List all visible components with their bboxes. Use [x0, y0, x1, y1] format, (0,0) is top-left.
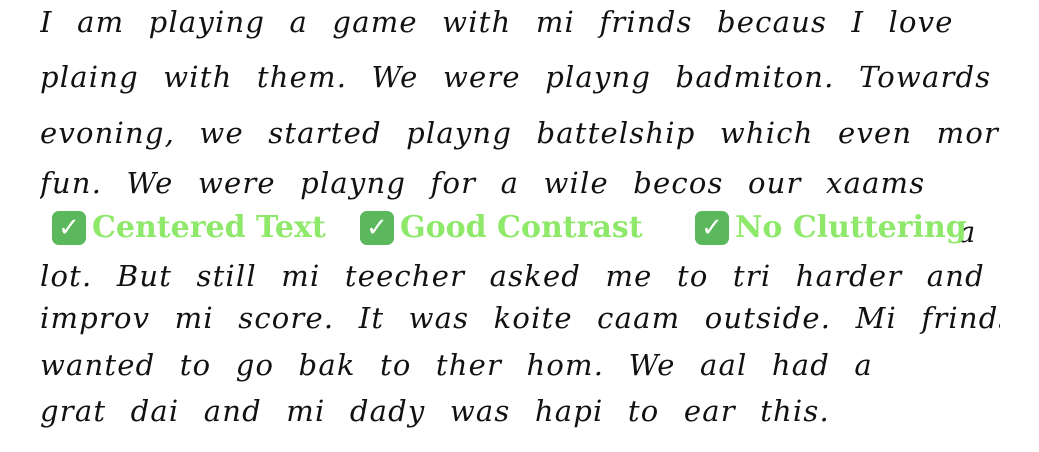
badge-label: Centered Text — [92, 210, 326, 245]
handwritten-line: lot. But still mi teecher asked me to tr… — [40, 259, 985, 293]
badge-centered-text: ✓ Centered Text — [52, 210, 326, 245]
handwritten-line: improv mi score. It was koite caam outsi… — [40, 301, 1000, 335]
badge-label: No Cluttering — [735, 210, 967, 245]
handwritten-page: I am playing a game with mi frinds becau… — [0, 0, 1039, 452]
checkmark-icon: ✓ — [52, 210, 86, 245]
handwritten-line: evoning, we started playng battelship wh… — [40, 116, 1000, 150]
checkmark-icon: ✓ — [695, 210, 729, 245]
handwritten-line: fun. We were playng for a wile becos our… — [40, 166, 926, 200]
handwritten-line: grat dai and mi dady was hapi to ear thi… — [40, 394, 830, 428]
badge-label: Good Contrast — [400, 210, 643, 245]
handwritten-line: wanted to go bak to ther hom. We aal had… — [40, 348, 873, 382]
handwritten-line: plaing with them. We were playng badmito… — [40, 60, 992, 94]
badge-no-cluttering: ✓ No Cluttering — [695, 210, 967, 245]
badge-good-contrast: ✓ Good Contrast — [360, 210, 643, 245]
checklist-overlay: ✓ Centered Text ✓ Good Contrast ✓ No Clu… — [0, 208, 1039, 258]
handwritten-line: I am playing a game with mi frinds becau… — [40, 5, 954, 39]
checkmark-icon: ✓ — [360, 210, 394, 245]
